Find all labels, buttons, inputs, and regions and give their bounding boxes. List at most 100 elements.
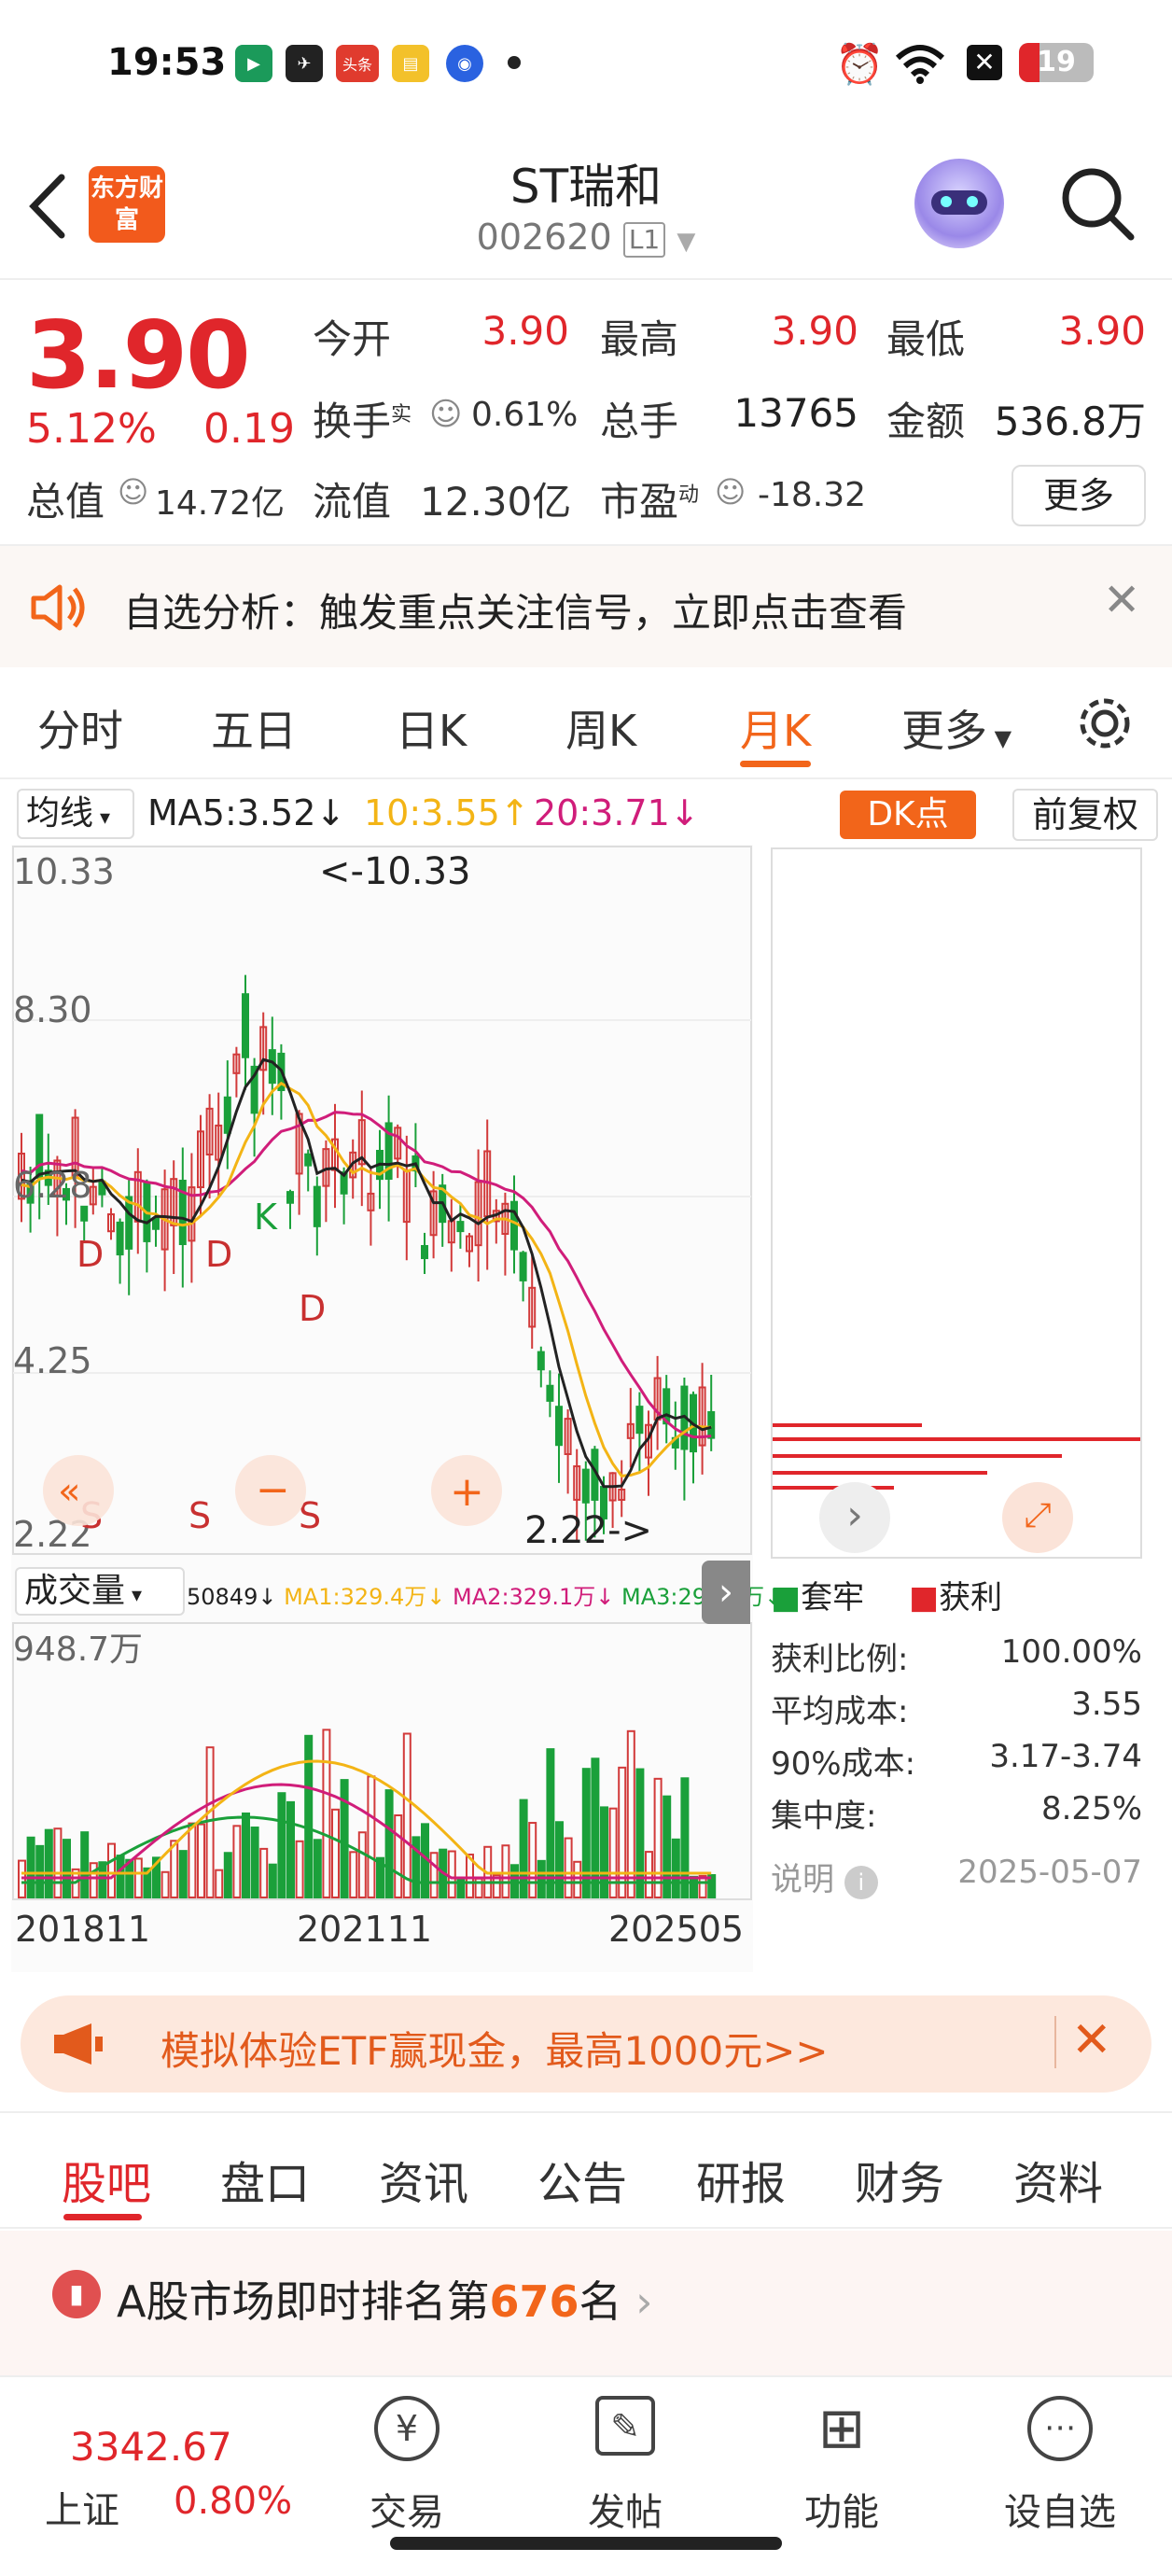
level-badge: L1 — [622, 221, 666, 258]
trade-icon[interactable]: ¥ — [314, 2396, 500, 2461]
tab-profile[interactable]: 资料 — [1013, 2147, 1103, 2212]
volume-bar — [133, 1857, 143, 1898]
x-label: 202111 — [297, 1909, 433, 1950]
home-indicator — [390, 2537, 782, 2550]
ma10-value: 10:3.55↑ — [364, 792, 530, 833]
search-icon[interactable] — [1058, 164, 1137, 243]
tab-monthly-k[interactable]: 月K — [740, 697, 811, 759]
low-value: 3.90 — [1058, 308, 1146, 354]
tab-research[interactable]: 研报 — [696, 2147, 786, 2212]
dk-point-button[interactable]: DK点 — [840, 791, 976, 839]
candle — [313, 1185, 321, 1227]
chip-label: 获利比例: — [771, 1641, 909, 1678]
tab-daily-k[interactable]: 日K — [396, 697, 467, 759]
etf-promo-banner[interactable]: 模拟体验ETF赢现金，最高1000元>> ✕ — [21, 1995, 1151, 2093]
app-icon: ✈ — [286, 45, 323, 82]
battery-icon: 19 — [1019, 43, 1094, 82]
info-icon[interactable]: ☺ — [118, 474, 148, 510]
tab-orderbook[interactable]: 盘口 — [220, 2147, 310, 2212]
change-value: 0.19 — [203, 405, 295, 453]
rank-row[interactable]: ▮ A股市场即时排名第676名 › — [0, 2231, 1172, 2375]
candle — [519, 1252, 527, 1281]
x-icon: ✕ — [967, 45, 1002, 80]
chip-distribution-chart[interactable]: › ⤢ — [771, 847, 1142, 1559]
kline-chart[interactable]: 10.33 8.30 6.28 4.25 2.22 <-10.33 2.22->… — [11, 845, 753, 1556]
nav-trade[interactable]: 交易 — [314, 2482, 500, 2536]
open-label: 今开 — [313, 316, 392, 362]
tab-news[interactable]: 资讯 — [379, 2147, 468, 2212]
volume-bar — [573, 1860, 582, 1898]
volume-bar — [89, 1862, 98, 1899]
tab-more[interactable]: 更多 ▼ — [901, 697, 1012, 759]
volume-bar — [242, 1812, 250, 1898]
banner-text: 自选分析：触发重点关注信号，立即点击查看 — [123, 590, 908, 636]
volume-bar — [528, 1822, 537, 1898]
info-icon[interactable]: ☺ — [715, 474, 746, 510]
chip-value: 3.55 — [1071, 1686, 1142, 1723]
volume-bar — [313, 1839, 322, 1899]
chip-value: 3.17-3.74 — [989, 1738, 1142, 1775]
tab-forum[interactable]: 股吧 — [62, 2147, 151, 2212]
pe-sup: 动 — [678, 483, 700, 507]
volume-bar — [80, 1831, 90, 1899]
volume-bar — [35, 1844, 45, 1899]
ma20-value: 20:3.71↓ — [534, 792, 700, 833]
tab-announcements[interactable]: 公告 — [537, 2147, 627, 2212]
chip-note[interactable]: 说明 i — [771, 1854, 878, 1899]
close-icon[interactable]: ✕ — [1103, 574, 1140, 626]
vol-ma1: MA1:329.4万↓ — [284, 1584, 446, 1610]
zoom-in-button[interactable]: + — [431, 1455, 502, 1526]
volume-bar — [188, 1822, 197, 1898]
tab-intraday[interactable]: 分时 — [37, 697, 123, 759]
volume-bar — [384, 1789, 394, 1898]
content-tabs: 股吧 盘口 资讯 公告 研报 财务 资料 — [0, 2111, 1172, 2229]
adjust-button[interactable]: 前复权 — [1012, 789, 1158, 841]
turnover-value: 0.61% — [471, 396, 579, 434]
amount-label: 金额 — [886, 399, 966, 444]
tab-weekly-k[interactable]: 周K — [565, 697, 636, 759]
tab-finance[interactable]: 财务 — [855, 2147, 944, 2212]
volume-selector[interactable]: 成交量 ▾ — [15, 1567, 185, 1616]
y-label-4: 4.25 — [13, 1340, 92, 1381]
megaphone-icon — [54, 2023, 103, 2065]
nav-add-watchlist[interactable]: 设自选 — [967, 2482, 1153, 2536]
volume-bar — [295, 1840, 304, 1899]
volume-bar — [268, 1863, 277, 1898]
more-button[interactable]: 更多 — [1012, 465, 1146, 526]
chip-label: 90%成本: — [771, 1745, 916, 1783]
robot-assistant-icon[interactable] — [914, 159, 1004, 248]
volume-bar — [197, 1823, 205, 1899]
nav-post[interactable]: 发帖 — [532, 2482, 719, 2536]
zoom-out-button[interactable]: − — [235, 1455, 306, 1526]
volume-chart[interactable]: 948.7万 — [11, 1621, 753, 1901]
expand-panel-button[interactable]: › — [702, 1561, 750, 1624]
chart-period-tabs: 分时 五日 日K 周K 月K 更多 ▼ — [0, 667, 1172, 779]
info-icon[interactable]: ☺ — [429, 396, 462, 433]
active-tab-indicator — [63, 2214, 142, 2220]
post-icon[interactable]: ✎ — [532, 2396, 719, 2456]
chip-info: ■套牢 ■获利 获利比例: 100.00% 平均成本: 3.55 90%成本: … — [771, 1559, 1153, 1913]
indicator-selector[interactable]: 均线 ▾ — [17, 789, 134, 839]
settings-gear-icon[interactable] — [1075, 693, 1135, 753]
volume-values: 50849↓ MA1:329.4万↓ MA2:329.1万↓ MA3:292.2… — [187, 1578, 783, 1611]
nav-functions[interactable]: 功能 — [748, 2482, 935, 2536]
analysis-banner[interactable]: 自选分析：触发重点关注信号，立即点击查看 ✕ — [0, 546, 1172, 667]
volume-bar — [412, 1836, 421, 1899]
chevron-right-icon[interactable]: › — [819, 1482, 890, 1553]
scroll-left-button[interactable]: « — [43, 1455, 114, 1526]
chip-label: 平均成本: — [771, 1693, 909, 1730]
volume-label: 总手 — [600, 399, 679, 444]
stock-code: 002620 — [476, 217, 612, 258]
chart-area[interactable]: 10.33 8.30 6.28 4.25 2.22 <-10.33 2.22->… — [11, 845, 783, 1972]
legend-trapped: ■套牢 — [771, 1579, 865, 1617]
index-value[interactable]: 3342.67 — [70, 2424, 232, 2470]
candle — [80, 1205, 89, 1222]
turnover-label-text: 换手 — [313, 399, 392, 444]
close-icon[interactable]: ✕ — [1071, 2012, 1112, 2068]
tab-5day[interactable]: 五日 — [211, 697, 297, 759]
volume-bar — [690, 1875, 698, 1899]
expand-icon[interactable]: ⤢ — [1002, 1482, 1073, 1553]
chip-date: 2025-05-07 — [957, 1854, 1142, 1891]
functions-icon[interactable]: ⊞ — [748, 2396, 935, 2461]
add-watchlist-icon[interactable]: ⋯ — [967, 2396, 1153, 2461]
